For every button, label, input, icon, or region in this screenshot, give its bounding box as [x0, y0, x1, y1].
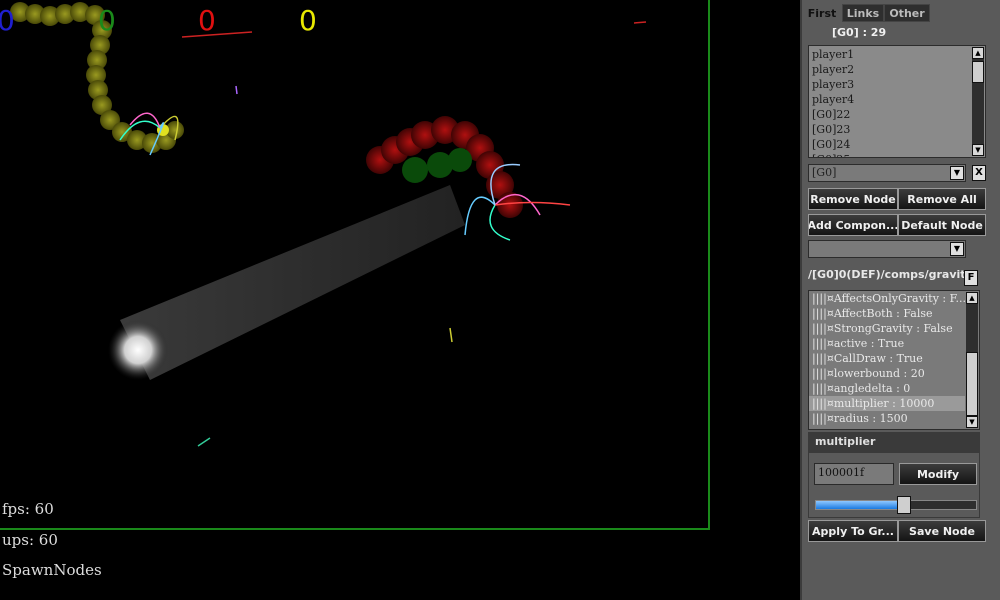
apply-to-group-button[interactable]: Apply To Gr...: [808, 520, 898, 542]
score-red: 0: [198, 4, 216, 37]
modify-button[interactable]: Modify: [899, 463, 977, 485]
property-item[interactable]: ||||¤active : True: [809, 336, 965, 351]
particle: [449, 327, 453, 343]
slider-fill: [816, 501, 904, 509]
node-list-scrollbar[interactable]: ▲ ▼: [972, 47, 984, 156]
remove-node-button[interactable]: Remove Node: [808, 188, 898, 210]
selected-property-label: multiplier: [815, 435, 876, 448]
property-header: multiplier: [808, 432, 980, 452]
property-item[interactable]: ||||¤angledelta : 0: [809, 381, 965, 396]
tab-links[interactable]: Links: [842, 4, 884, 22]
group-dropdown[interactable]: [G0] ▼: [808, 164, 966, 182]
node-list-item[interactable]: [G0]25: [809, 152, 971, 157]
property-item[interactable]: ||||¤radius : 1500: [809, 411, 965, 426]
node-list-item[interactable]: [G0]22: [809, 107, 971, 122]
chevron-down-icon[interactable]: ▼: [950, 166, 964, 180]
property-item[interactable]: ||||¤AffectBoth : False: [809, 306, 965, 321]
property-item[interactable]: ||||¤AffectsOnlyGravity : F...: [809, 291, 965, 306]
property-item[interactable]: ||||¤CallDraw : True: [809, 351, 965, 366]
close-button[interactable]: X: [972, 165, 986, 181]
property-editor: 100001f Modify: [808, 452, 980, 518]
property-list[interactable]: ||||¤AffectsOnlyGravity : F... ||||¤Affec…: [808, 290, 980, 430]
scroll-down-icon[interactable]: ▼: [966, 416, 978, 428]
node-list-item[interactable]: [G0]24: [809, 137, 971, 152]
node-path: /[G0]0(DEF)/comps/gravity: [808, 268, 966, 281]
chevron-down-icon[interactable]: ▼: [950, 242, 964, 256]
node-list-item[interactable]: player3: [809, 77, 971, 92]
scroll-thumb[interactable]: [972, 61, 984, 83]
node-list-item[interactable]: player1: [809, 47, 971, 62]
score-blue: 0: [0, 4, 15, 37]
slider-thumb[interactable]: [897, 496, 911, 514]
node-list-item[interactable]: player2: [809, 62, 971, 77]
property-item[interactable]: ||||¤StrongGravity : False: [809, 321, 965, 336]
scroll-down-icon[interactable]: ▼: [972, 144, 984, 156]
node-editor-panel: First Links Other [G0] : 29 player1 playe…: [800, 0, 1000, 600]
property-list-scrollbar[interactable]: ▲ ▼: [966, 292, 978, 428]
game-viewport[interactable]: 0 0 0 0: [0, 0, 710, 530]
fps-counter: fps: 60: [2, 500, 54, 518]
scroll-up-icon[interactable]: ▲: [966, 292, 978, 304]
value-input[interactable]: 100001f: [814, 463, 894, 485]
value-slider[interactable]: [815, 496, 977, 514]
node-list[interactable]: player1 player2 player3 player4 [G0]22 [G0]23…: [808, 45, 986, 158]
save-node-button[interactable]: Save Node: [898, 520, 986, 542]
component-dropdown[interactable]: ▼: [808, 240, 966, 258]
tab-other[interactable]: Other: [884, 4, 930, 22]
node-list-item[interactable]: [G0]23: [809, 122, 971, 137]
remove-all-button[interactable]: Remove All: [898, 188, 986, 210]
game-canvas[interactable]: [0, 0, 710, 530]
particle: [197, 437, 211, 447]
player-trail: [120, 185, 465, 380]
particle: [181, 31, 253, 38]
tab-first[interactable]: First: [804, 4, 840, 22]
path-f-button[interactable]: F: [964, 270, 978, 286]
scroll-up-icon[interactable]: ▲: [972, 47, 984, 59]
player-ball: [108, 320, 168, 380]
add-component-button[interactable]: Add Compon...: [808, 214, 898, 236]
group-count: [G0] : 29: [832, 26, 887, 39]
particle: [235, 85, 238, 95]
score-yellow: 0: [299, 4, 317, 37]
node-list-item[interactable]: player4: [809, 92, 971, 107]
property-item[interactable]: ||||¤multiplier : 10000: [809, 396, 965, 411]
score-green: 0: [98, 4, 116, 37]
default-node-button[interactable]: Default Node: [898, 214, 986, 236]
group-dropdown-value: [G0]: [812, 166, 837, 179]
ups-counter: ups: 60: [2, 531, 58, 549]
scroll-thumb[interactable]: [966, 352, 978, 416]
particle: [633, 21, 647, 24]
mode-label: SpawnNodes: [2, 561, 102, 579]
property-item[interactable]: ||||¤lowerbound : 20: [809, 366, 965, 381]
red-sparks: [464, 163, 571, 241]
